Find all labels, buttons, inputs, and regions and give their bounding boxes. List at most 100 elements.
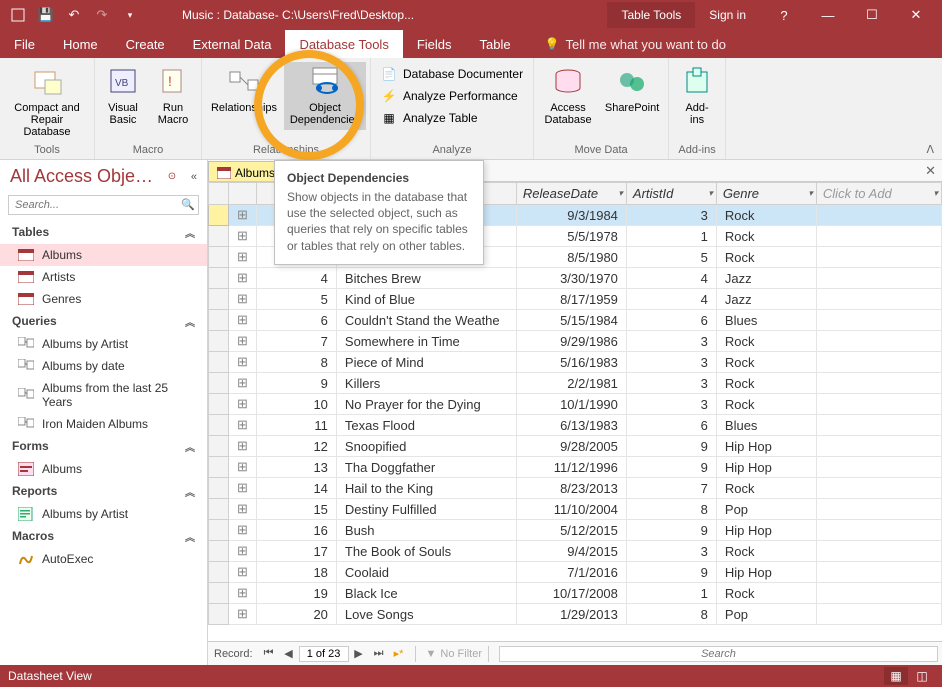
cell-genre[interactable]: Hip Hop bbox=[716, 520, 816, 541]
next-record-button[interactable]: ▶ bbox=[349, 647, 369, 660]
save-icon[interactable]: 💾 bbox=[34, 3, 58, 27]
cell-add[interactable] bbox=[816, 331, 941, 352]
sharepoint-button[interactable]: SharePoint bbox=[600, 62, 664, 118]
nav-section-forms[interactable]: Forms︽ bbox=[0, 435, 207, 458]
table-row[interactable]: ⊞20Love Songs1/29/20138Pop bbox=[209, 604, 942, 625]
table-row[interactable]: ⊞17The Book of Souls9/4/20153Rock bbox=[209, 541, 942, 562]
cell-name[interactable]: Destiny Fulfilled bbox=[336, 499, 516, 520]
cell-id[interactable]: 5 bbox=[256, 289, 336, 310]
cell-add[interactable] bbox=[816, 394, 941, 415]
table-row[interactable]: ⊞18Coolaid7/1/20169Hip Hop bbox=[209, 562, 942, 583]
cell-artist[interactable]: 3 bbox=[626, 373, 716, 394]
table-row[interactable]: ⊞19Black Ice10/17/20081Rock bbox=[209, 583, 942, 604]
cell-id[interactable]: 7 bbox=[256, 331, 336, 352]
cell-name[interactable]: Black Ice bbox=[336, 583, 516, 604]
row-selector[interactable] bbox=[209, 562, 229, 583]
cell-artist[interactable]: 9 bbox=[626, 562, 716, 583]
analyze-performance-button[interactable]: ⚡Analyze Performance bbox=[375, 86, 529, 106]
table-row[interactable]: ⊞7Somewhere in Time9/29/19863Rock bbox=[209, 331, 942, 352]
cell-name[interactable]: The Book of Souls bbox=[336, 541, 516, 562]
cell-id[interactable]: 4 bbox=[256, 268, 336, 289]
column-header-releasedate[interactable]: ReleaseDate▾ bbox=[516, 183, 626, 205]
design-view-button[interactable]: ◫ bbox=[910, 667, 934, 685]
collapse-ribbon-icon[interactable]: ᐱ bbox=[926, 143, 934, 156]
column-header-artistid[interactable]: ArtistId▾ bbox=[626, 183, 716, 205]
nav-item-albums-by-artist[interactable]: Albums by Artist bbox=[0, 333, 207, 355]
cell-id[interactable]: 9 bbox=[256, 373, 336, 394]
cell-date[interactable]: 9/29/1986 bbox=[516, 331, 626, 352]
cell-name[interactable]: No Prayer for the Dying bbox=[336, 394, 516, 415]
expand-row-icon[interactable]: ⊞ bbox=[229, 583, 257, 604]
expand-row-icon[interactable]: ⊞ bbox=[229, 541, 257, 562]
cell-date[interactable]: 11/12/1996 bbox=[516, 457, 626, 478]
table-row[interactable]: ⊞14Hail to the King8/23/20137Rock bbox=[209, 478, 942, 499]
help-icon[interactable]: ? bbox=[764, 0, 804, 30]
cell-date[interactable]: 5/16/1983 bbox=[516, 352, 626, 373]
row-selector[interactable] bbox=[209, 541, 229, 562]
row-selector[interactable] bbox=[209, 457, 229, 478]
first-record-button[interactable]: ⏮ bbox=[259, 647, 279, 660]
nav-search-input[interactable] bbox=[8, 195, 199, 215]
table-row[interactable]: ⊞13Tha Doggfather11/12/19969Hip Hop bbox=[209, 457, 942, 478]
cell-id[interactable]: 8 bbox=[256, 352, 336, 373]
row-selector[interactable] bbox=[209, 352, 229, 373]
row-selector[interactable] bbox=[209, 478, 229, 499]
cell-add[interactable] bbox=[816, 415, 941, 436]
expand-row-icon[interactable]: ⊞ bbox=[229, 562, 257, 583]
redo-icon[interactable]: ↷ bbox=[90, 3, 114, 27]
tab-fields[interactable]: Fields bbox=[403, 30, 466, 58]
table-row[interactable]: ⊞4Bitches Brew3/30/19704Jazz bbox=[209, 268, 942, 289]
cell-date[interactable]: 8/23/2013 bbox=[516, 478, 626, 499]
cell-artist[interactable]: 3 bbox=[626, 352, 716, 373]
access-app-icon[interactable] bbox=[6, 3, 30, 27]
cell-date[interactable]: 5/12/2015 bbox=[516, 520, 626, 541]
cell-date[interactable]: 9/3/1984 bbox=[516, 205, 626, 226]
cell-id[interactable]: 6 bbox=[256, 310, 336, 331]
nav-item-albums[interactable]: Albums bbox=[0, 244, 207, 266]
nav-dropdown-icon[interactable]: ⊙ bbox=[168, 171, 176, 182]
nav-header[interactable]: All Access Obje… ⊙ « bbox=[0, 160, 207, 193]
cell-genre[interactable]: Rock bbox=[716, 583, 816, 604]
nav-item-iron-maiden-albums[interactable]: Iron Maiden Albums bbox=[0, 413, 207, 435]
cell-artist[interactable]: 8 bbox=[626, 499, 716, 520]
expand-row-icon[interactable]: ⊞ bbox=[229, 226, 257, 247]
cell-add[interactable] bbox=[816, 373, 941, 394]
cell-add[interactable] bbox=[816, 541, 941, 562]
row-selector[interactable] bbox=[209, 247, 229, 268]
cell-add[interactable] bbox=[816, 583, 941, 604]
cell-artist[interactable]: 3 bbox=[626, 541, 716, 562]
cell-add[interactable] bbox=[816, 436, 941, 457]
row-selector[interactable] bbox=[209, 373, 229, 394]
cell-genre[interactable]: Rock bbox=[716, 352, 816, 373]
cell-date[interactable]: 10/17/2008 bbox=[516, 583, 626, 604]
cell-artist[interactable]: 6 bbox=[626, 415, 716, 436]
cell-date[interactable]: 3/30/1970 bbox=[516, 268, 626, 289]
cell-artist[interactable]: 1 bbox=[626, 583, 716, 604]
cell-id[interactable]: 10 bbox=[256, 394, 336, 415]
chevron-down-icon[interactable]: ▾ bbox=[933, 188, 938, 199]
tab-home[interactable]: Home bbox=[49, 30, 112, 58]
database-documenter-button[interactable]: 📄Database Documenter bbox=[375, 64, 529, 84]
minimize-button[interactable]: — bbox=[808, 0, 848, 30]
cell-date[interactable]: 8/5/1980 bbox=[516, 247, 626, 268]
prev-record-button[interactable]: ◀ bbox=[279, 647, 299, 660]
row-selector[interactable] bbox=[209, 205, 229, 226]
row-selector[interactable] bbox=[209, 436, 229, 457]
cell-artist[interactable]: 7 bbox=[626, 478, 716, 499]
expand-row-icon[interactable]: ⊞ bbox=[229, 289, 257, 310]
cell-name[interactable]: Texas Flood bbox=[336, 415, 516, 436]
table-row[interactable]: ⊞16Bush5/12/20159Hip Hop bbox=[209, 520, 942, 541]
expand-row-icon[interactable]: ⊞ bbox=[229, 457, 257, 478]
cell-add[interactable] bbox=[816, 205, 941, 226]
record-search-input[interactable] bbox=[499, 646, 938, 662]
cell-genre[interactable]: Rock bbox=[716, 373, 816, 394]
maximize-button[interactable]: ☐ bbox=[852, 0, 892, 30]
cell-date[interactable]: 9/4/2015 bbox=[516, 541, 626, 562]
cell-id[interactable]: 13 bbox=[256, 457, 336, 478]
row-selector[interactable] bbox=[209, 226, 229, 247]
expand-row-icon[interactable]: ⊞ bbox=[229, 499, 257, 520]
qat-dropdown-icon[interactable]: ▾ bbox=[118, 3, 142, 27]
cell-date[interactable]: 10/1/1990 bbox=[516, 394, 626, 415]
cell-date[interactable]: 1/29/2013 bbox=[516, 604, 626, 625]
expand-row-icon[interactable]: ⊞ bbox=[229, 394, 257, 415]
